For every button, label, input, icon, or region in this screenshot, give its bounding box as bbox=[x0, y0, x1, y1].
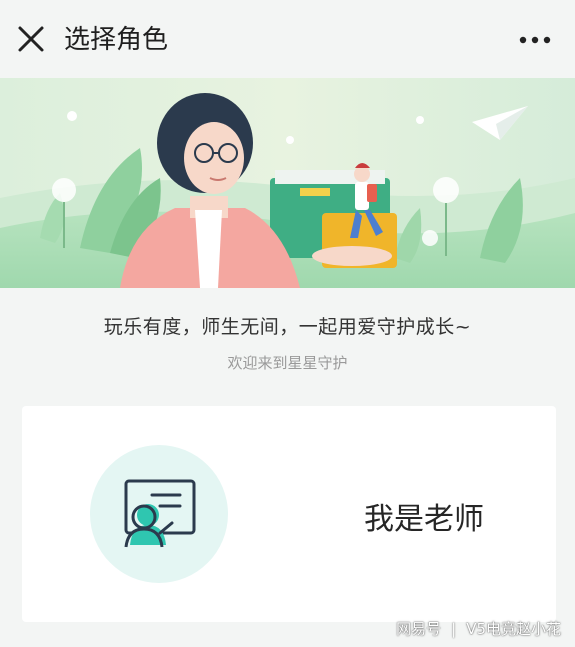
slogan-text: 玩乐有度，师生无间，一起用爱守护成长~ bbox=[103, 316, 472, 338]
watermark: 网易号 | V5电竞赵小花 bbox=[396, 618, 561, 639]
teacher-at-board-icon bbox=[124, 479, 196, 548]
top-bar: 选择角色 bbox=[0, 0, 575, 78]
teacher-icon-circle bbox=[90, 445, 228, 583]
more-icon[interactable] bbox=[517, 30, 553, 50]
close-icon[interactable] bbox=[14, 22, 48, 56]
teacher-holding-student-illustration bbox=[0, 78, 575, 288]
watermark-divider: | bbox=[451, 620, 457, 638]
watermark-source: 网易号 bbox=[396, 620, 442, 638]
welcome-text: 欢迎来到星星守护 bbox=[227, 354, 348, 372]
teacher-role-label: 我是老师 bbox=[364, 502, 484, 537]
page-title: 选择角色 bbox=[64, 25, 169, 55]
watermark-author: V5电竞赵小花 bbox=[466, 620, 561, 638]
banner-illustration bbox=[0, 78, 575, 288]
teacher-role-card[interactable]: 我是老师 bbox=[22, 406, 556, 622]
